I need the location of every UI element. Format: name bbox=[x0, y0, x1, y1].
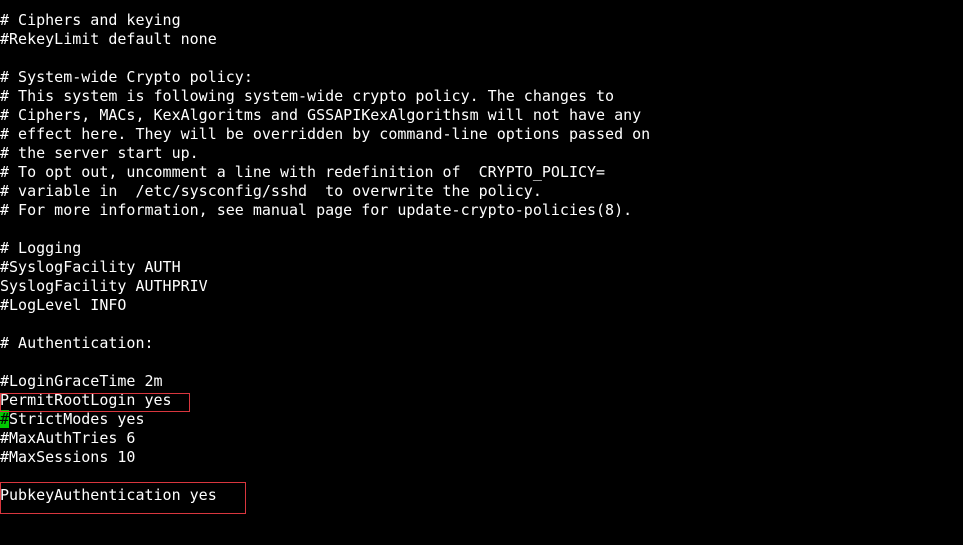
config-line: SyslogFacility AUTHPRIV bbox=[0, 277, 208, 295]
pubkey-authentication-line: PubkeyAuthentication yes bbox=[0, 486, 217, 504]
config-line bbox=[0, 49, 963, 68]
config-line bbox=[0, 315, 963, 334]
config-line: # This system is following system-wide c… bbox=[0, 87, 615, 105]
config-line bbox=[0, 467, 963, 486]
config-line: # Logging bbox=[0, 239, 82, 257]
config-line: # System-wide Crypto policy: bbox=[0, 68, 253, 86]
config-line bbox=[0, 353, 963, 372]
strict-modes-line: #StrictModes yes bbox=[0, 410, 963, 429]
permit-root-login-line: PermitRootLogin yes bbox=[0, 391, 172, 409]
config-line: #MaxAuthTries 6 bbox=[0, 429, 136, 447]
strict-modes-text: StrictModes yes bbox=[9, 410, 145, 428]
config-line: #SyslogFacility AUTH bbox=[0, 258, 181, 276]
config-line: # effect here. They will be overridden b… bbox=[0, 125, 651, 143]
config-line: # To opt out, uncomment a line with rede… bbox=[0, 163, 606, 181]
config-line: # the server start up. bbox=[0, 144, 199, 162]
text-cursor[interactable]: # bbox=[0, 410, 10, 428]
terminal-output[interactable]: # Ciphers and keying #RekeyLimit default… bbox=[0, 11, 963, 505]
config-line bbox=[0, 220, 963, 239]
config-line: #LoginGraceTime 2m bbox=[0, 372, 163, 390]
config-line: # variable in /etc/sysconfig/sshd to ove… bbox=[0, 182, 542, 200]
config-line: # Ciphers and keying bbox=[0, 11, 181, 29]
config-line: # For more information, see manual page … bbox=[0, 201, 633, 219]
config-line: # Authentication: bbox=[0, 334, 154, 352]
config-line: #RekeyLimit default none bbox=[0, 30, 217, 48]
config-line: # Ciphers, MACs, KexAlgoritms and GSSAPI… bbox=[0, 106, 642, 124]
config-line: #LogLevel INFO bbox=[0, 296, 127, 314]
config-line: #MaxSessions 10 bbox=[0, 448, 136, 466]
